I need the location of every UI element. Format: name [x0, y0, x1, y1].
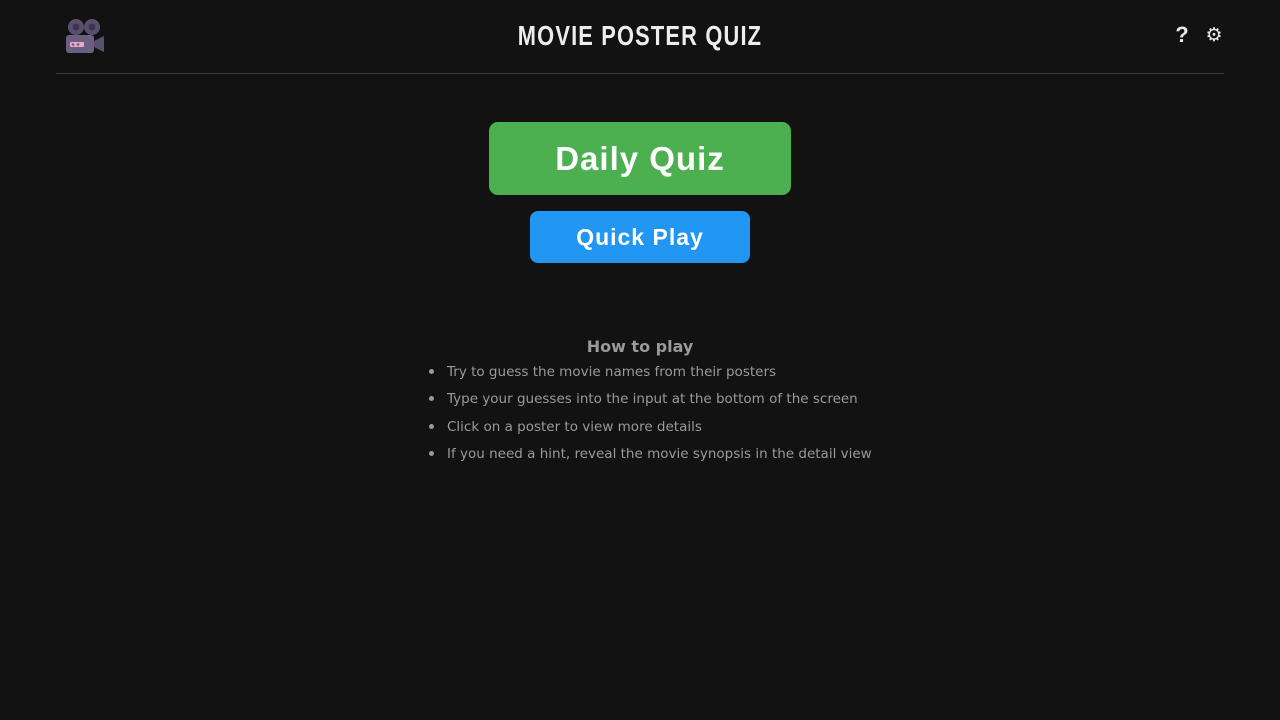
gear-icon[interactable]: ⚙ — [1202, 22, 1226, 48]
rule-text: Click on a poster to view more details — [447, 418, 702, 435]
bullet — [429, 396, 434, 402]
rule-text: Type your guesses into the input at the … — [447, 391, 858, 408]
list-item: Try to guess the movie names from their … — [429, 361, 872, 388]
list-item: Type your guesses into the input at the … — [429, 388, 872, 415]
help-icon[interactable]: ? — [1170, 22, 1194, 48]
how-to-play-heading: How to play — [586, 337, 694, 356]
rule-text: If you need a hint, reveal the movie syn… — [447, 445, 872, 462]
quick-play-button[interactable]: Quick Play — [530, 211, 750, 263]
movie-camera-icon[interactable] — [62, 17, 106, 57]
bullet — [429, 450, 434, 456]
bullet — [429, 423, 434, 429]
daily-quiz-button[interactable]: Daily Quiz — [489, 122, 791, 195]
rule-text: Try to guess the movie names from their … — [447, 364, 777, 380]
list-item: If you need a hint, reveal the movie syn… — [429, 443, 872, 470]
header-bar: MOVIE POSTER QUIZ ? ⚙ — [56, 0, 1224, 74]
bullet — [429, 369, 434, 374]
page-title: MOVIE POSTER QUIZ — [517, 20, 763, 51]
how-to-play-list: Try to guess the movie names from their … — [429, 361, 872, 470]
list-item: Click on a poster to view more details — [429, 416, 872, 443]
